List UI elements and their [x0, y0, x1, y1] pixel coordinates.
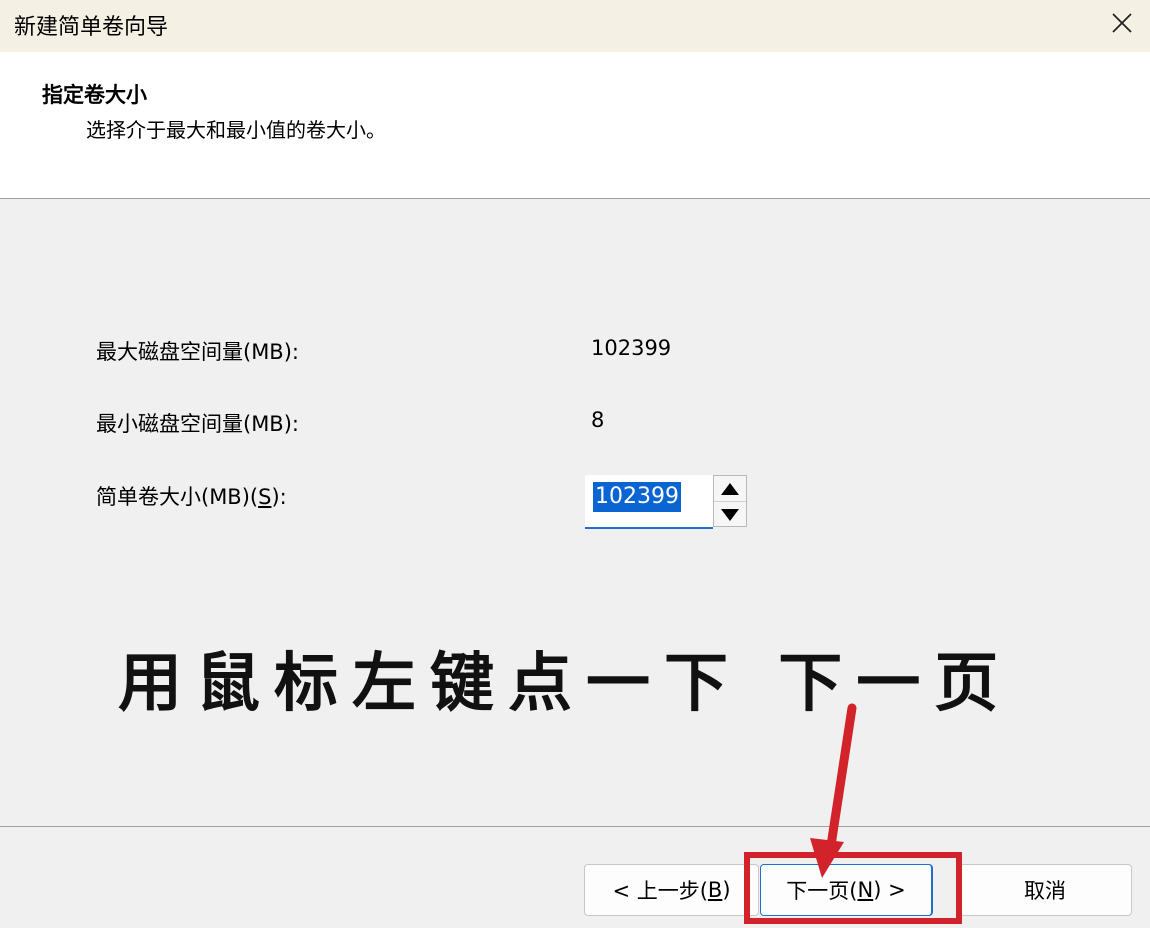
volume-size-label-suffix: ): — [271, 485, 287, 509]
window-title: 新建简单卷向导 — [14, 15, 169, 40]
back-accesskey: B — [707, 878, 723, 902]
back-label-prefix: < 上一步( — [612, 879, 708, 903]
wizard-header: 指定卷大小 选择介于最大和最小值的卷大小。 — [0, 52, 1150, 199]
page-subtitle: 选择介于最大和最小值的卷大小。 — [86, 118, 386, 142]
title-bar: 新建简单卷向导 — [0, 0, 1150, 52]
stepper-up-button[interactable] — [714, 476, 746, 502]
volume-size-selected-text: 102399 — [593, 482, 681, 512]
volume-size-accesskey: S — [258, 485, 272, 509]
back-label-suffix: ) — [722, 878, 731, 902]
volume-size-stepper[interactable]: 102399 — [585, 475, 748, 529]
spin-down-icon — [721, 508, 739, 521]
next-accesskey: N — [857, 878, 874, 902]
back-button[interactable]: < 上一步(B) — [584, 864, 759, 916]
spin-up-icon — [721, 482, 739, 495]
close-button[interactable] — [1094, 0, 1150, 46]
instruction-annotation: 用鼠标左键点一下 下一页 — [118, 646, 1013, 721]
cancel-button[interactable]: 取消 — [958, 864, 1132, 916]
volume-size-label-prefix: 简单卷大小(MB)( — [96, 485, 259, 509]
stepper-down-button[interactable] — [714, 502, 746, 527]
volume-size-label: 简单卷大小(MB)(S): — [96, 481, 287, 511]
max-space-value: 102399 — [591, 336, 672, 360]
close-icon — [1112, 13, 1132, 33]
next-label-prefix: 下一页( — [786, 879, 858, 903]
min-space-label: 最小磁盘空间量(MB): — [96, 412, 299, 436]
stepper-buttons — [713, 475, 747, 527]
max-space-label: 最大磁盘空间量(MB): — [96, 340, 299, 364]
page-title: 指定卷大小 — [42, 83, 147, 107]
wizard-content — [0, 199, 1150, 825]
min-space-value: 8 — [591, 408, 605, 432]
next-button[interactable]: 下一页(N) > — [760, 864, 933, 916]
next-label-suffix: ) > — [873, 878, 906, 902]
volume-size-input[interactable]: 102399 — [585, 475, 713, 529]
